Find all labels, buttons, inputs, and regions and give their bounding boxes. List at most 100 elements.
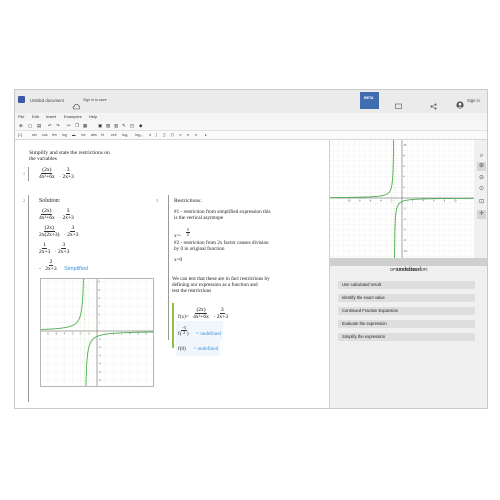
user-icon[interactable] <box>456 96 464 114</box>
math-tool-abs[interactable]: abs <box>91 132 97 138</box>
function-marker-icon: ✓ <box>167 300 171 305</box>
y-tick-label: -6 <box>404 229 407 232</box>
math-tool-sum[interactable]: ∑ <box>163 132 166 138</box>
x-tick-label: 6 <box>433 199 435 202</box>
solution-step-4[interactable]: - 2 2x+3 Simplified <box>39 257 88 275</box>
y-tick-label: 1 <box>99 322 101 325</box>
diamond-icon[interactable]: ◆ <box>139 123 142 128</box>
x-tick-label: 4 <box>423 199 425 202</box>
function-curve <box>85 331 154 408</box>
pencil-icon[interactable]: ✎ <box>122 123 126 128</box>
redo-icon[interactable]: ↷ <box>56 123 60 128</box>
math-tool-inf[interactable]: ∞ <box>179 132 182 138</box>
y-tick-label: 5 <box>99 289 101 292</box>
menu-bar: File Edit Insert Examples Help <box>15 113 487 121</box>
identify-exact-value-button[interactable]: Identify the exact value <box>338 294 475 302</box>
menu-edit[interactable]: Edit <box>32 114 39 119</box>
document-title[interactable]: Untitled document <box>30 98 64 103</box>
solution-step-3[interactable]: 1 2x+3 · 3 2x+3 <box>39 240 69 258</box>
document-area[interactable]: Simplify and state the restrictions on t… <box>15 140 329 408</box>
y-tick-label: -10 <box>404 250 408 253</box>
lock-icon[interactable]: ⊡ <box>477 198 486 207</box>
function-curve <box>330 114 395 199</box>
math-tool-lim[interactable]: lim <box>52 132 57 138</box>
y-tick-label: 6 <box>404 165 406 168</box>
math-tool-inv[interactable]: inv <box>81 132 86 138</box>
expression-1[interactable]: (2x) 4x²+6x · 3 2x+3 <box>39 165 74 183</box>
search-icon[interactable]: ⌕ <box>477 152 486 161</box>
continued-fraction-button[interactable]: Continued Fraction Expansion <box>338 307 475 315</box>
math-tool-cos[interactable]: cos <box>42 132 48 138</box>
math-tool-log[interactable]: log <box>62 132 67 138</box>
math-tool-log10[interactable]: log₁₀ <box>135 132 143 138</box>
paste-icon[interactable]: ▦ <box>83 123 87 128</box>
fraction-numerator: 3 <box>65 208 71 216</box>
new-document-icon[interactable]: ⊕ <box>19 123 23 128</box>
math-tool-prod[interactable]: ∏ <box>171 132 174 138</box>
x-tick-label: -10 <box>347 199 351 202</box>
graph-small[interactable]: -6 -5 -4 -3 -2 -1 1 2 3 4 5 6 6 5 4 3 2 1 -1 -2 -3 -4 -5 -6 <box>40 232 154 408</box>
sign-in-to-save-link[interactable]: Sign in to save <box>83 98 107 102</box>
restriction-2-equation[interactable]: x=0 <box>174 257 182 263</box>
print-icon[interactable]: ▤ <box>37 123 41 128</box>
bracket-tool-icon[interactable]: [□] <box>18 132 22 138</box>
operations-value: undefined <box>397 267 421 273</box>
y-tick-label: 10 <box>404 144 407 147</box>
graph-icon[interactable]: ◰ <box>130 123 134 128</box>
x-tick-label: 10 <box>454 199 457 202</box>
y-tick-label: 4 <box>404 176 406 179</box>
graph-right[interactable]: -10 -8 -6 -4 -2 2 4 6 8 10 10 8 6 4 2 -2 -4 -6 -8 -10 <box>330 114 474 266</box>
function-eval-2[interactable]: f(0) = undefined <box>176 336 221 356</box>
matrix-icon[interactable]: ▬ <box>72 132 76 138</box>
simplified-label: Simplified <box>64 266 88 272</box>
simplify-expression-button[interactable]: Simplify the expression <box>338 333 475 341</box>
app-window: Untitled document Sign in to save BETA S… <box>14 89 488 409</box>
y-tick-label: 8 <box>404 154 406 157</box>
math-tool-int[interactable]: ∫ <box>156 132 157 138</box>
eval-result[interactable]: = undefined <box>193 346 218 352</box>
y-tick-label: -6 <box>99 379 102 382</box>
menu-examples[interactable]: Examples <box>64 114 82 119</box>
open-icon[interactable]: ▢ <box>28 123 32 128</box>
y-tick-label: 2 <box>404 186 406 189</box>
menu-insert[interactable]: Insert <box>46 114 56 119</box>
test-line-3: test the restrictions <box>172 288 212 294</box>
y-tick-label: -4 <box>404 218 407 221</box>
copy-icon[interactable]: ❐ <box>75 123 79 128</box>
math-tool-sin[interactable]: sin <box>32 132 37 138</box>
math-tool-ceil[interactable]: ceil <box>111 132 116 138</box>
cut-icon[interactable]: ✂ <box>67 123 71 128</box>
zoom-out-icon[interactable]: ⊖ <box>477 174 486 183</box>
graph-small-plot[interactable]: -6 -5 -4 -3 -2 -1 1 2 3 4 5 6654321-1-2-3-4-5-6 <box>40 232 154 408</box>
math-tool-d[interactable]: d <box>149 132 151 138</box>
y-tick-label: 4 <box>99 297 101 300</box>
evaluate-expression-button[interactable]: Evaluate the expression <box>338 320 475 328</box>
image-icon[interactable]: ▧ <box>106 123 110 128</box>
restriction-2-line-2: by 0 in original function <box>174 246 225 252</box>
menu-help[interactable]: Help <box>89 114 97 119</box>
math-tool-log2[interactable]: log₂ <box>122 132 128 138</box>
solution-step-1[interactable]: (2x) 4x²+6x · 3 2x+3 <box>39 206 74 224</box>
function-block-bar <box>172 303 174 348</box>
line-gutter-2 <box>28 195 29 402</box>
x-tick-label: 5 <box>137 332 139 335</box>
undo-icon[interactable]: ↶ <box>48 123 52 128</box>
fraction-numerator: 3 <box>70 225 76 233</box>
table-icon[interactable]: ▥ <box>114 123 118 128</box>
crosshair-icon[interactable]: ✛ <box>477 210 486 219</box>
more-tools-icon[interactable]: ▸ <box>205 132 207 138</box>
sign-in-button[interactable]: Sign in <box>467 98 480 103</box>
math-tool-e[interactable]: e <box>195 132 197 138</box>
math-tool-flr[interactable]: flr <box>101 132 104 138</box>
graph-right-plot[interactable]: -10 -8 -6 -4 -2 2 4 6 8 10108642-2-4-6-8-10 <box>330 114 474 266</box>
text-icon[interactable]: ▣ <box>98 123 102 128</box>
use-calculated-result-button[interactable]: Use calculated result <box>338 281 475 289</box>
zoom-fit-icon[interactable]: ⊙ <box>477 185 486 194</box>
math-tool-pi[interactable]: π <box>187 132 189 138</box>
menu-file[interactable]: File <box>18 114 24 119</box>
line-number-3: 3 <box>156 198 158 203</box>
solution-step-2[interactable]: (2x) 2x(2x+3) · 3 2x+3 <box>39 223 79 241</box>
zoom-in-icon[interactable]: ⊕ <box>477 162 486 171</box>
math-toolbar: [□] sin cos lim log ▬ inv abs flr ceil l… <box>15 131 487 140</box>
y-tick-label: -3 <box>99 354 102 357</box>
